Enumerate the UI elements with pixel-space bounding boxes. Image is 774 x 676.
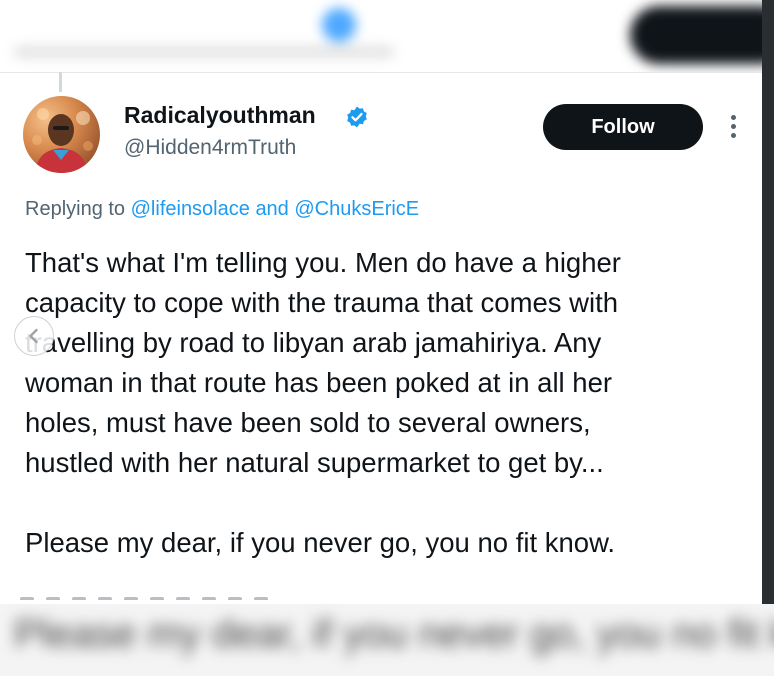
tweet-line: hustled with her natural supermarket to …: [25, 447, 604, 478]
blurred-footer: Please my dear, if you never go, you no …: [0, 604, 774, 676]
tweet-line: holes, must have been sold to several ow…: [25, 407, 591, 438]
blurred-char: [46, 597, 60, 600]
blurred-char: [20, 597, 34, 600]
blurred-timestamp: [20, 588, 300, 600]
dot: [730, 124, 736, 129]
blurred-verified-icon: [322, 8, 356, 42]
tweet-line: Please my dear, if you never go, you no …: [25, 527, 616, 558]
tweet-line: woman in that route has been poked at in…: [25, 367, 613, 398]
display-name[interactable]: Radicalyouthman: [124, 102, 316, 129]
blurred-char: [254, 597, 268, 600]
avatar-image: [32, 108, 93, 173]
thread-connector-line: [59, 72, 62, 92]
user-handle[interactable]: @Hidden4rmTruth: [124, 136, 296, 160]
replying-prefix: Replying to: [25, 198, 126, 220]
replying-to-line: Replying to @lifeinsolace and @ChuksEric…: [25, 198, 419, 221]
mention-link-chukserice[interactable]: @ChuksEricE: [294, 198, 419, 220]
blurred-follow-button: [630, 6, 774, 64]
blurred-content: [0, 0, 774, 72]
verified-badge-icon: [347, 106, 367, 128]
follow-button[interactable]: Follow: [543, 104, 703, 150]
tweet-line: capacity to cope with the trauma that co…: [25, 287, 619, 318]
mention-link-lifeinsolace[interactable]: @lifeinsolace: [131, 198, 250, 220]
avatar[interactable]: [23, 96, 100, 173]
blurred-char: [124, 597, 138, 600]
blurred-char: [176, 597, 190, 600]
blurred-char: [228, 597, 242, 600]
dot: [730, 115, 736, 120]
dot: [730, 133, 736, 138]
mention-and: and: [255, 198, 289, 220]
blurred-caption: Please my dear, if you never go, you no …: [14, 612, 774, 656]
tweet-body: That's what I'm telling you. Men do have…: [25, 243, 745, 563]
chevron-left-icon: [29, 328, 38, 344]
blurred-char: [150, 597, 164, 600]
blurred-char: [98, 597, 112, 600]
window-edge: [762, 0, 774, 676]
blurred-char: [202, 597, 216, 600]
tweet-line: travelling by road to libyan arab jamahi…: [25, 327, 602, 358]
blurred-char: [72, 597, 86, 600]
more-options-icon[interactable]: [725, 112, 741, 142]
blurred-subtitle: [14, 46, 394, 58]
previous-image-button[interactable]: [14, 316, 54, 356]
tweet-line: That's what I'm telling you. Men do have…: [25, 247, 621, 278]
blurred-parent-tweet-header: [0, 0, 774, 73]
